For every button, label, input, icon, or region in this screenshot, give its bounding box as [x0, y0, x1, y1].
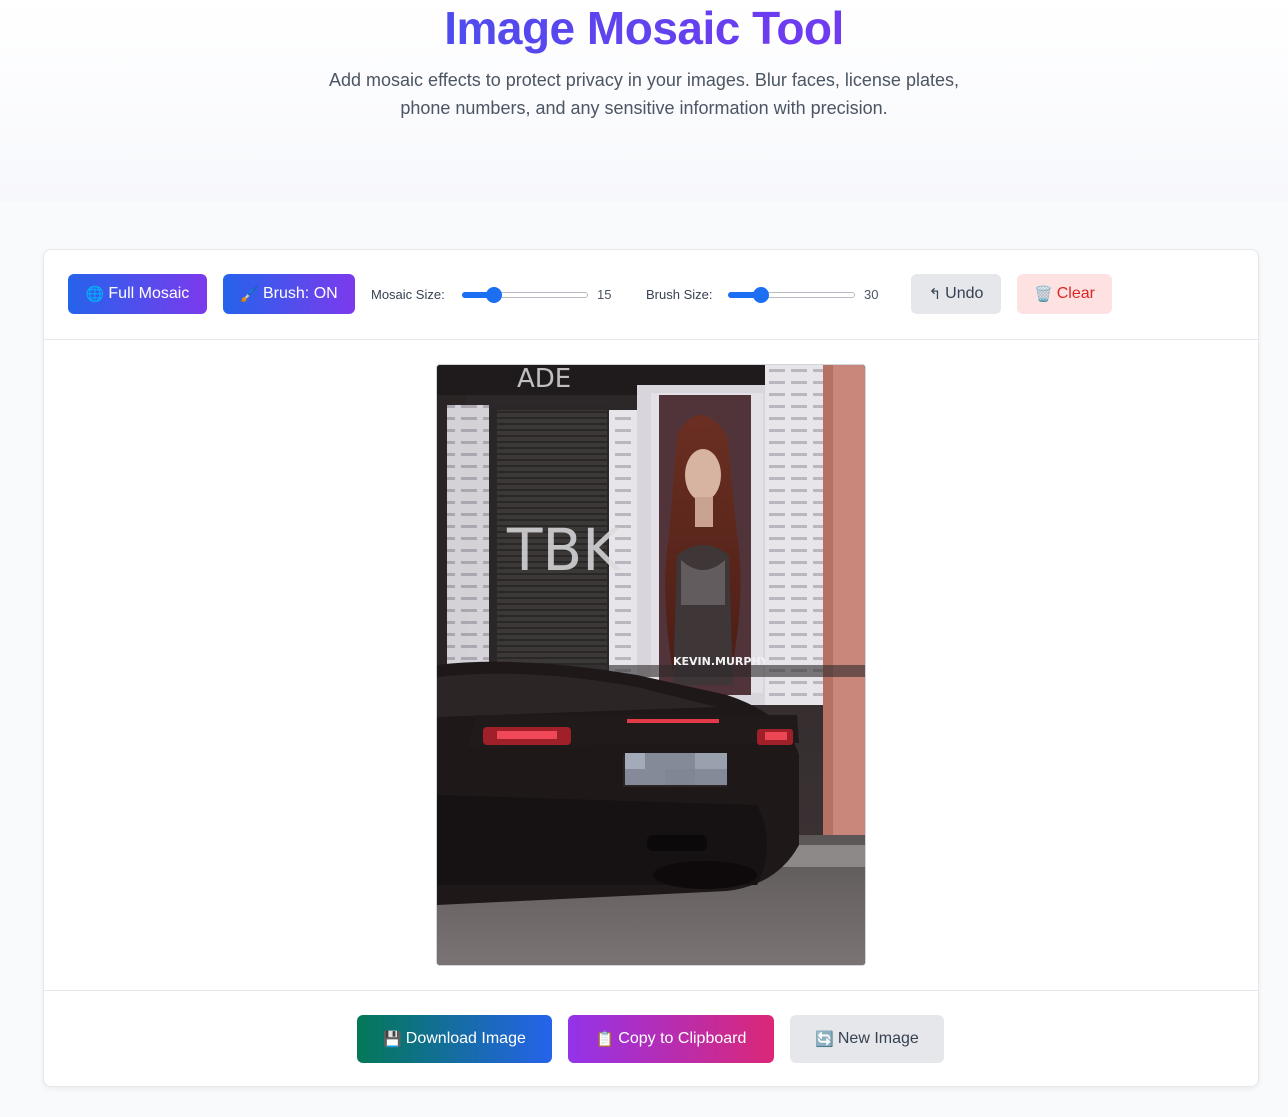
- brush-toggle-label: Brush: ON: [263, 285, 338, 302]
- full-mosaic-button[interactable]: 🌐 Full Mosaic: [68, 274, 207, 314]
- photo-illustration: ADE TBK KEVIN.MURPHY: [437, 365, 865, 965]
- new-image-label: New Image: [837, 1030, 919, 1047]
- mosaic-size-thumb[interactable]: [486, 287, 503, 303]
- editor-card: 🌐 Full Mosaic 🖌️ Brush: ON Mosaic Size: …: [43, 249, 1259, 1087]
- clear-label: Clear: [1056, 285, 1095, 302]
- image-canvas[interactable]: ADE TBK KEVIN.MURPHY: [436, 364, 866, 966]
- globe-icon: 🌐: [85, 285, 105, 303]
- toolbar: 🌐 Full Mosaic 🖌️ Brush: ON Mosaic Size: …: [44, 250, 1258, 340]
- full-mosaic-label: Full Mosaic: [108, 285, 190, 302]
- brush-icon: 🖌️: [240, 285, 259, 303]
- hero-header: Image Mosaic Tool Add mosaic effects to …: [0, 0, 1288, 202]
- clear-button[interactable]: 🗑️ Clear: [1017, 274, 1112, 314]
- action-bar: 💾 Download Image 📋 Copy to Clipboard 🔄 N…: [44, 990, 1258, 1088]
- copy-to-clipboard-label: Copy to Clipboard: [618, 1030, 747, 1047]
- brush-size-value: 30: [864, 287, 879, 302]
- download-image-label: Download Image: [405, 1030, 526, 1047]
- brush-toggle-button[interactable]: 🖌️ Brush: ON: [223, 274, 355, 314]
- trash-icon: 🗑️: [1034, 285, 1053, 303]
- undo-button[interactable]: ↰ Undo: [911, 274, 1001, 314]
- new-image-button[interactable]: 🔄 New Image: [790, 1015, 944, 1063]
- refresh-icon: 🔄: [815, 1030, 834, 1048]
- mosaic-size-value: 15: [597, 287, 612, 302]
- svg-text:ADE: ADE: [517, 365, 571, 394]
- undo-icon: ↰: [928, 285, 942, 303]
- mosaic-size-slider[interactable]: [462, 287, 588, 303]
- copy-to-clipboard-button[interactable]: 📋 Copy to Clipboard: [568, 1015, 774, 1063]
- canvas-area: ADE TBK KEVIN.MURPHY: [44, 340, 1258, 990]
- mosaic-size-label: Mosaic Size:: [371, 287, 445, 302]
- page-title: Image Mosaic Tool: [0, 2, 1288, 54]
- shop-sign-text: TBK: [506, 516, 622, 584]
- clipboard-icon: 📋: [595, 1030, 615, 1048]
- download-image-button[interactable]: 💾 Download Image: [357, 1015, 552, 1063]
- page-subtitle: Add mosaic effects to protect privacy in…: [329, 70, 959, 118]
- brush-size-slider[interactable]: [728, 287, 855, 303]
- brush-size-thumb[interactable]: [752, 287, 769, 303]
- brush-size-label: Brush Size:: [646, 287, 713, 302]
- undo-label: Undo: [945, 285, 984, 302]
- save-icon: 💾: [383, 1030, 402, 1048]
